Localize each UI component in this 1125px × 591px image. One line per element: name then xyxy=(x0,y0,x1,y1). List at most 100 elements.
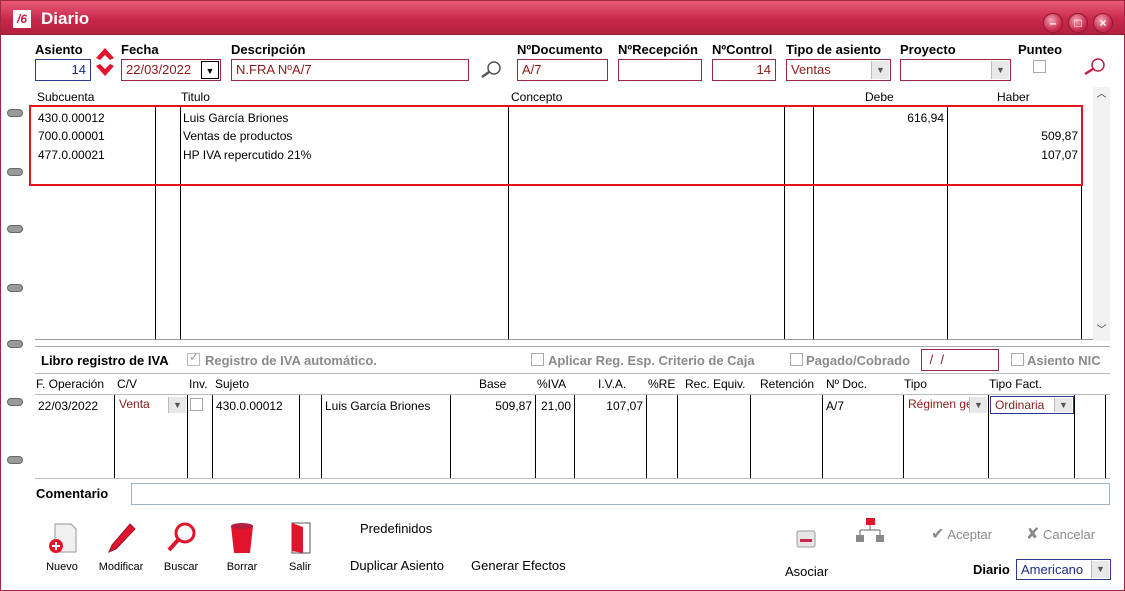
descripcion-input[interactable]: N.FRA NºA/7 xyxy=(231,59,469,81)
chevron-down-icon[interactable]: ﹀ xyxy=(1093,323,1110,339)
new-document-icon xyxy=(49,523,77,553)
grid-col-line xyxy=(646,395,647,478)
generar-efectos-link[interactable]: Generar Efectos xyxy=(471,558,566,573)
asiento-input[interactable]: 14 xyxy=(35,59,91,81)
ring-icon xyxy=(7,456,23,464)
buscar-button[interactable]: Buscar xyxy=(158,521,204,573)
asociar-label[interactable]: Asociar xyxy=(785,564,828,579)
chevron-up-icon[interactable]: ︿ xyxy=(1093,87,1110,103)
trash-bin-icon xyxy=(231,523,253,553)
col-sujeto[interactable]: Sujeto xyxy=(215,377,249,391)
iva-grid-header-line xyxy=(35,394,1110,395)
col-n-doc[interactable]: Nº Doc. xyxy=(826,377,867,391)
aceptar-button[interactable]: ✔ Aceptar xyxy=(931,524,992,544)
fecha-value: 22/03/2022 xyxy=(126,62,192,77)
checkmark-icon: ✓ xyxy=(189,350,200,364)
col-concepto[interactable]: Concepto xyxy=(511,90,562,104)
salir-label: Salir xyxy=(288,561,311,573)
fecha-label: Fecha xyxy=(121,42,159,57)
zoom-search-icon[interactable] xyxy=(479,59,503,79)
inv-checkbox[interactable] xyxy=(190,398,203,411)
iva-grid-bottom-line xyxy=(35,478,1110,479)
punteo-checkbox[interactable] xyxy=(1033,60,1046,73)
magnifier-icon xyxy=(167,522,196,552)
ndocumento-label: NºDocumento xyxy=(517,42,603,57)
descripcion-label: Descripción xyxy=(231,42,306,57)
asiento-stepper-icon[interactable] xyxy=(94,46,116,78)
fecha-input[interactable]: 22/03/2022 ▼ xyxy=(121,59,221,81)
ring-icon xyxy=(7,340,23,348)
minimize-button[interactable]: – xyxy=(1043,13,1063,33)
col-re-pct[interactable]: %RE xyxy=(648,377,675,391)
close-button[interactable]: × xyxy=(1093,13,1113,33)
tipo-asiento-select[interactable]: Ventas ▼ xyxy=(786,59,891,81)
duplicar-asiento-link[interactable]: Duplicar Asiento xyxy=(350,558,444,573)
col-f-operacion[interactable]: F. Operación xyxy=(36,377,104,391)
maximize-button[interactable]: □ xyxy=(1068,13,1088,33)
chevron-down-icon[interactable]: ▼ xyxy=(969,397,987,413)
network-structure-icon[interactable] xyxy=(854,516,886,544)
cv-select[interactable]: Venta ▼ xyxy=(115,396,187,414)
entries-scrollbar[interactable]: ︿ ﹀ xyxy=(1093,87,1110,341)
aceptar-label: Aceptar xyxy=(947,527,993,542)
col-base[interactable]: Base xyxy=(479,377,506,391)
zoom-search-icon[interactable] xyxy=(1081,56,1107,76)
punteo-label: Punteo xyxy=(1018,42,1063,57)
col-haber[interactable]: Haber xyxy=(997,90,1030,104)
chevron-down-icon[interactable]: ▼ xyxy=(201,61,219,79)
chevron-down-icon[interactable]: ▼ xyxy=(168,397,186,413)
tipo-fact-select[interactable]: Ordinaria ▼ xyxy=(990,396,1074,414)
col-retencion[interactable]: Retención xyxy=(760,377,814,391)
col-inv[interactable]: Inv. xyxy=(189,377,207,391)
ncontrol-input[interactable]: 14 xyxy=(712,59,776,81)
pagado-checkbox[interactable] xyxy=(790,353,803,366)
col-tipo[interactable]: Tipo xyxy=(904,377,927,391)
iva-pct-cell: 21,00 xyxy=(540,399,571,413)
modificar-button[interactable]: Modificar xyxy=(95,521,147,573)
tipo-select[interactable]: Régimen ge ▼ xyxy=(904,396,988,414)
iva-grid-top-line xyxy=(35,373,1110,374)
salir-button[interactable]: Salir xyxy=(277,521,323,573)
criterio-caja-checkbox[interactable] xyxy=(531,353,544,366)
col-debe[interactable]: Debe xyxy=(865,90,894,104)
diario-select[interactable]: Americano ▼ xyxy=(1016,559,1111,580)
grid-col-line xyxy=(1074,395,1075,478)
asociar-icon[interactable] xyxy=(795,528,819,550)
nuevo-button[interactable]: Nuevo xyxy=(39,521,85,573)
col-cv[interactable]: C/V xyxy=(117,377,137,391)
comentario-input[interactable] xyxy=(131,483,1110,505)
col-titulo[interactable]: Titulo xyxy=(181,90,210,104)
ring-icon xyxy=(7,168,23,176)
ring-icon xyxy=(7,225,23,233)
tipo-asiento-value: Ventas xyxy=(791,62,831,77)
nrecepcion-label: NºRecepción xyxy=(618,42,698,57)
grid-col-line xyxy=(187,395,188,478)
grid-col-line xyxy=(299,395,300,478)
chevron-down-icon[interactable]: ▼ xyxy=(991,61,1009,79)
col-tipo-fact[interactable]: Tipo Fact. xyxy=(989,377,1042,391)
col-iva[interactable]: I.V.A. xyxy=(598,377,626,391)
chevron-down-icon[interactable]: ▼ xyxy=(1054,398,1072,412)
iva-cell: 107,07 xyxy=(606,399,643,413)
predefinidos-link[interactable]: Predefinidos xyxy=(360,521,432,536)
tipo-value: Régimen ge xyxy=(908,397,973,411)
grid-col-line xyxy=(677,395,678,478)
proyecto-select[interactable]: ▼ xyxy=(900,59,1011,81)
grid-col-line xyxy=(750,395,751,478)
borrar-button[interactable]: Borrar xyxy=(219,521,265,573)
ndocumento-input[interactable]: A/7 xyxy=(517,59,608,81)
ring-icon xyxy=(7,109,23,117)
chevron-down-icon[interactable]: ▼ xyxy=(871,61,889,79)
chevron-down-icon[interactable]: ▼ xyxy=(1091,561,1109,578)
title-bar[interactable]: /6 Diario – □ × xyxy=(1,1,1124,35)
nrecepcion-input[interactable] xyxy=(618,59,702,81)
cancelar-button[interactable]: ✘ Cancelar xyxy=(1026,524,1095,544)
pagado-date-input[interactable]: / / xyxy=(921,349,999,371)
col-rec-equiv[interactable]: Rec. Equiv. xyxy=(685,377,745,391)
asiento-nic-checkbox[interactable] xyxy=(1011,353,1024,366)
col-subcuenta[interactable]: Subcuenta xyxy=(37,90,94,104)
col-iva-pct[interactable]: %IVA xyxy=(537,377,566,391)
proyecto-label: Proyecto xyxy=(900,42,956,57)
grid-col-line xyxy=(988,395,989,478)
diario-label: Diario xyxy=(973,562,1010,577)
